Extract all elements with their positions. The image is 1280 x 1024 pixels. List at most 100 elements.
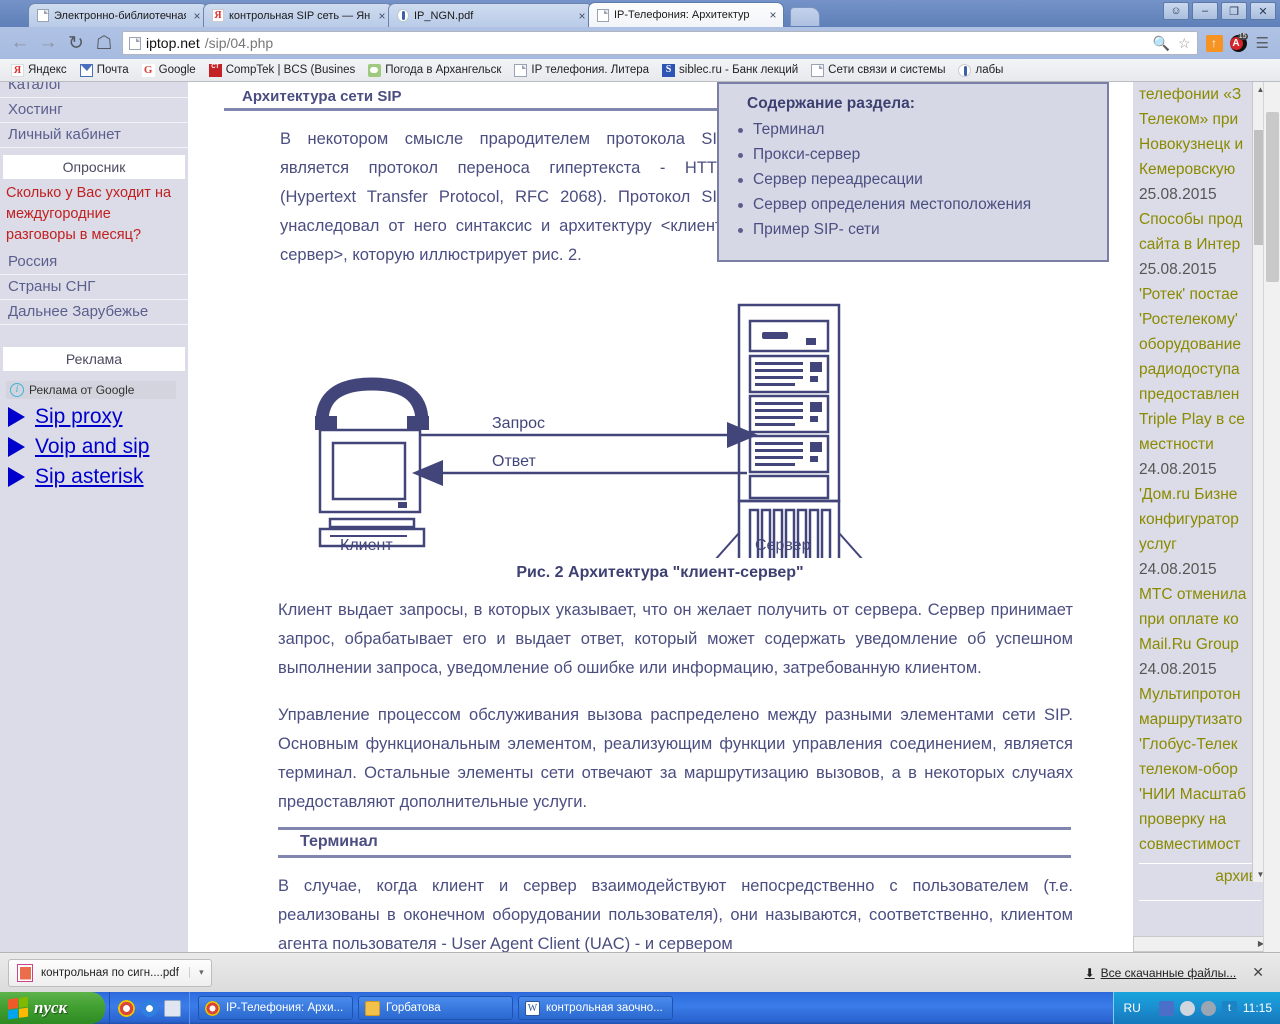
taskbar-item-word[interactable]: W контрольная заочно... [518,996,673,1020]
bookmark-item-5[interactable]: IP телефония. Литера [509,62,654,79]
news-item[interactable]: местности [1139,432,1261,457]
tab-close-icon[interactable]: × [376,9,388,23]
ad-link-voip-and-sip[interactable]: Voip and sip [0,431,188,461]
news-item[interactable]: 'Глобус-Телек [1139,732,1261,757]
reload-icon[interactable]: ↻ [62,30,90,56]
news-item[interactable]: услуг [1139,532,1261,557]
chrome-beta-icon[interactable] [141,999,158,1017]
address-bar[interactable]: iptop.net/sip/04.php 🔍 ☆ [122,31,1198,55]
forward-icon[interactable]: → [34,30,62,56]
new-tab-button[interactable] [790,7,820,26]
news-item[interactable]: телеком-обор [1139,757,1261,782]
news-item[interactable]: Mail.Ru Group [1139,632,1261,657]
device-icon[interactable] [164,999,181,1017]
disc-icon[interactable] [1200,1000,1216,1016]
news-item[interactable]: оборудование [1139,332,1261,357]
news-item[interactable]: МТС отменила [1139,582,1261,607]
taskbar-item-chrome[interactable]: IP-Телефония: Архи... [198,996,353,1020]
bookmark-item-6[interactable]: Ssiblec.ru - Банк лекций [657,62,803,79]
news-item[interactable]: телефонии «З [1139,82,1261,107]
news-archive-link[interactable]: архив [1139,863,1261,886]
home-icon[interactable]: ☖ [90,30,118,56]
bookmark-star-icon[interactable]: ☆ [1178,35,1191,52]
bookmark-item-3[interactable]: CT CompTek | BCS (Busines [204,62,361,79]
bookmark-item-4[interactable]: Погода в Архангельск [363,62,506,79]
download-menu-icon[interactable]: ▾ [188,967,207,978]
news-item[interactable]: 'Ротек' постае [1139,282,1261,307]
network-icon[interactable] [1158,1000,1174,1016]
toc-item-redirect-server[interactable]: Сервер переадресации [733,167,1097,192]
close-downloads-bar-icon[interactable]: ✕ [1252,964,1264,981]
user-profile-button[interactable]: ☺ [1163,2,1189,20]
news-item[interactable]: сайта в Интер [1139,232,1261,257]
chrome-menu-icon[interactable]: ☰ [1251,34,1274,52]
news-item[interactable]: радиодоступа [1139,357,1261,382]
bookmark-item-1[interactable]: Почта [75,62,134,79]
ad-link-sip-proxy[interactable]: Sip proxy [0,401,188,431]
taskbar-item-folder[interactable]: Горбатова [358,996,513,1020]
page-scrollbar[interactable] [1263,82,1280,952]
teamviewer-icon[interactable]: t [1221,1000,1237,1016]
close-button[interactable]: ✕ [1250,2,1276,20]
zoom-icon[interactable]: 🔍 [1153,35,1170,52]
ad-link-label[interactable]: Sip asterisk [35,465,144,489]
browser-tab-2[interactable]: Я контрольная SIP сеть — Ян × [203,3,393,27]
bookmark-item-7[interactable]: Сети связи и системы [806,62,950,79]
news-item[interactable]: Новокузнецк и [1139,132,1261,157]
poll-option-cis[interactable]: Страны СНГ [0,275,188,300]
news-item[interactable]: при оплате ко [1139,607,1261,632]
poll-option-abroad[interactable]: Дальнее Зарубежье [0,300,188,325]
toc-item-proxy-server[interactable]: Прокси-сервер [733,142,1097,167]
page-info-icon[interactable] [129,36,141,50]
news-item[interactable]: Triple Play в се [1139,407,1261,432]
news-item[interactable]: предоставлен [1139,382,1261,407]
ad-link-label[interactable]: Voip and sip [35,435,149,459]
news-item[interactable]: проверку на [1139,807,1261,832]
tab-close-icon[interactable]: × [191,9,203,23]
news-item[interactable]: 'Дом.ru Бизне [1139,482,1261,507]
chrome-icon[interactable] [118,999,135,1017]
adblock-extension-icon[interactable]: A 15 [1229,32,1248,52]
minimize-button[interactable]: – [1192,2,1218,20]
page-scroll-thumb[interactable] [1266,112,1279,282]
news-item[interactable]: Телеком» при [1139,107,1261,132]
news-item[interactable]: маршрутизато [1139,707,1261,732]
browser-tab-4-active[interactable]: IP-Телефония: Архитектур × [588,2,784,27]
language-indicator[interactable]: RU [1124,1001,1153,1015]
news-item[interactable]: конфигуратор [1139,507,1261,532]
sidebar-item-hosting[interactable]: Хостинг [0,98,188,123]
toc-item-sip-network-example[interactable]: Пример SIP- сети [733,217,1097,242]
ad-link-label[interactable]: Sip proxy [35,405,123,429]
ad-link-sip-asterisk[interactable]: Sip asterisk [0,461,188,491]
poll-option-russia[interactable]: Россия [0,250,188,275]
maximize-button[interactable]: ❐ [1221,2,1247,20]
news-item[interactable]: Кемеровскую [1139,157,1261,182]
bookmark-item-8[interactable]: лабы [953,62,1008,79]
google-icon: G [141,63,155,77]
toc-item-terminal[interactable]: Терминал [733,117,1097,142]
browser-tab-3[interactable]: IP_NGN.pdf × [388,3,593,27]
google-ads-label[interactable]: i Реклама от Google [6,381,176,399]
news-item[interactable]: совместимост [1139,832,1261,857]
toc-list: Терминал Прокси-сервер Сервер переадреса… [733,117,1097,242]
download-item[interactable]: контрольная по сигн....pdf ▾ [8,958,212,987]
back-icon[interactable]: ← [6,30,34,56]
news-item[interactable]: 'НИИ Масштаб [1139,782,1261,807]
browser-tab-1[interactable]: Электронно-библиотечная × [28,3,208,27]
bookmark-item-0[interactable]: Я Яндекс [6,62,72,79]
sidebar-item-account[interactable]: Личный кабинет [0,123,188,148]
toc-item-location-server[interactable]: Сервер определения местоположения [733,192,1097,217]
tab-close-icon[interactable]: × [767,8,779,22]
show-all-downloads-link[interactable]: ⬇ Все скачанные файлы... [1085,966,1237,980]
volume-icon[interactable] [1179,1000,1195,1016]
bookmark-item-2[interactable]: G Google [137,62,201,79]
sidebar-item-catalog[interactable]: Каталог [0,82,188,98]
news-item[interactable]: Способы прод [1139,207,1261,232]
news-item[interactable]: Мультипротон [1139,682,1261,707]
start-button[interactable]: пуск [0,992,105,1024]
news-item[interactable]: 'Ростелекому' [1139,307,1261,332]
upload-extension-icon[interactable]: ↑ [1205,34,1223,52]
taskbar-clock[interactable]: 11:15 [1243,1001,1272,1015]
tab-close-icon[interactable]: × [576,9,588,23]
news-horizontal-scrollbar[interactable]: ▶ [1133,936,1267,952]
